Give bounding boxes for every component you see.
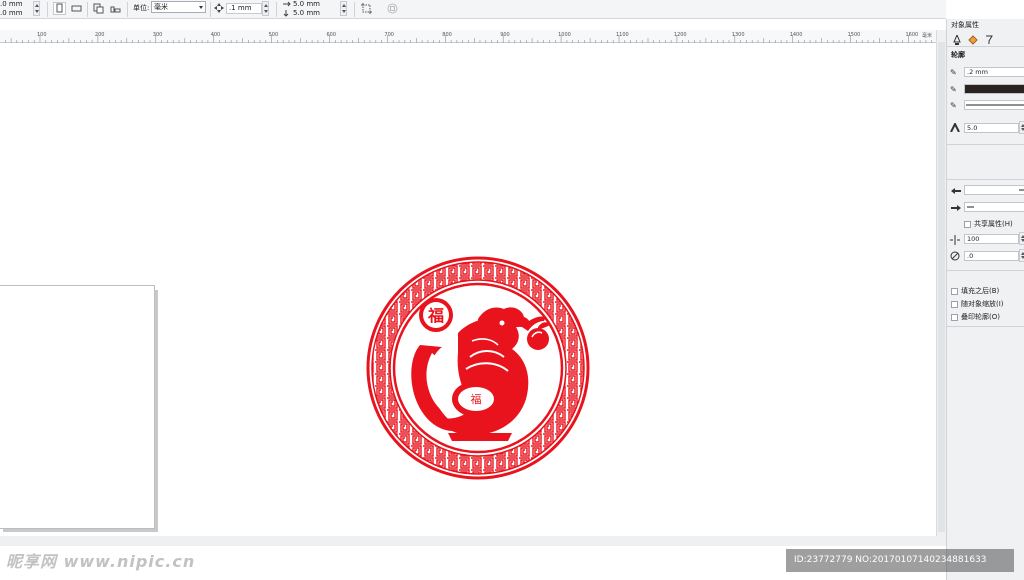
behind-fill-checkbox[interactable]	[951, 288, 958, 295]
scale-with-object-label: 随对象缩放(I)	[961, 300, 1004, 308]
ruler-label: 600	[327, 32, 337, 38]
toolbar-separator	[354, 2, 355, 17]
behind-fill-label: 填充之后(B)	[961, 287, 1000, 295]
calligraphy-angle-icon	[950, 251, 960, 263]
end-arrow-select[interactable]	[964, 202, 1024, 212]
outline-color-icon: ✎	[950, 85, 957, 94]
paper-cut-rooster-emblem[interactable]: 福 福	[362, 253, 594, 483]
ruler-label: 1500	[848, 32, 861, 38]
duplicate-x-icon	[282, 0, 291, 8]
outline-color-swatch[interactable]	[964, 84, 1024, 94]
angle-input[interactable]: .0	[964, 251, 1019, 261]
duplicate-y-icon	[282, 9, 291, 17]
landscape-page-icon[interactable]	[70, 2, 83, 15]
image-id-watermark: ID:23772779 NO:20170107140234881633	[786, 549, 1014, 572]
current-page-icon[interactable]	[109, 2, 122, 15]
stretch-input[interactable]: 100	[964, 234, 1019, 244]
page-boundary	[0, 285, 155, 529]
ruler-label: 1400	[790, 32, 803, 38]
outline-section-title: 轮廓	[951, 51, 965, 59]
share-attributes-checkbox[interactable]	[964, 221, 971, 228]
line-style-select[interactable]	[964, 100, 1024, 110]
duplicate-y-field[interactable]: 5.0 mm	[293, 9, 320, 17]
ruler-label: 800	[442, 32, 452, 38]
duplicate-x-field[interactable]: 5.0 mm	[293, 0, 320, 8]
vertical-scroll-thumb[interactable]	[938, 42, 945, 532]
portrait-page-icon[interactable]	[53, 2, 66, 15]
miter-limit-input[interactable]: 5.0	[964, 123, 1019, 133]
stretch-spinner[interactable]	[1019, 232, 1024, 245]
fu-character-left: 福	[427, 306, 444, 325]
toolbar-separator	[47, 2, 48, 17]
ruler-label: 100	[37, 32, 47, 38]
share-attributes-label: 共享属性(H)	[974, 220, 1013, 228]
ruler-label: 700	[384, 32, 394, 38]
panel-title: 对象属性	[951, 21, 979, 29]
all-pages-icon[interactable]	[92, 2, 105, 15]
outline-width-input[interactable]: .2 mm	[964, 67, 1024, 77]
nudge-spinner[interactable]	[262, 1, 269, 16]
ruler-label: 1300	[732, 32, 745, 38]
end-arrow-icon	[951, 204, 961, 213]
unit-select[interactable]: 毫米	[151, 1, 206, 13]
vertical-scrollbar[interactable]	[936, 30, 946, 536]
toolbar-separator	[127, 2, 128, 17]
ruler-unit-label: 毫米	[922, 32, 932, 39]
site-watermark: 昵享网 www.nipic.cn	[6, 552, 196, 571]
ruler-scale: 100 200 300 400 500 600 700 800 900 1000 1100 1200 1…	[5, 32, 932, 43]
duplicate-spinner[interactable]	[340, 1, 347, 16]
unit-label: 单位:	[133, 4, 150, 12]
ruler-label: 900	[500, 32, 510, 38]
toolbar-separator	[210, 2, 211, 17]
overprint-outline-label: 叠印轮廓(O)	[961, 313, 1000, 321]
toolbar-separator	[87, 2, 88, 17]
ruler-label: 200	[95, 32, 105, 38]
drawing-canvas[interactable]: 福 福	[0, 44, 936, 536]
ruler-label: 1100	[616, 32, 629, 38]
stretch-icon	[950, 235, 960, 247]
ruler-label: 500	[269, 32, 279, 38]
overprint-outline-checkbox[interactable]	[951, 314, 958, 321]
toolbar-separator	[276, 2, 277, 17]
start-arrow-icon	[951, 187, 961, 196]
ruler-label: 1600	[906, 32, 919, 38]
ruler-label: 300	[153, 32, 163, 38]
miter-limit-icon	[950, 121, 960, 134]
nudge-icon	[214, 3, 224, 13]
line-style-icon: ✎	[950, 101, 957, 110]
fu-character-center: 福	[471, 392, 482, 406]
object-width-field[interactable]: .0 mm	[0, 0, 23, 8]
ruler-label: 400	[211, 32, 221, 38]
horizontal-scrollbar[interactable]	[0, 536, 946, 546]
size-spinner[interactable]	[33, 1, 40, 16]
horizontal-ruler[interactable]: 100 200 300 400 500 600 700 800 900 1000 1100 1200 1…	[0, 30, 946, 43]
start-arrow-select[interactable]	[964, 185, 1024, 195]
nudge-distance-input[interactable]: .1 mm	[226, 3, 262, 14]
angle-spinner[interactable]	[1019, 249, 1024, 262]
miter-limit-spinner[interactable]	[1019, 121, 1024, 134]
scale-with-object-checkbox[interactable]	[951, 301, 958, 308]
outline-width-icon: ✎	[950, 68, 957, 77]
ruler-label: 1000	[558, 32, 571, 38]
object-properties-panel: 对象属性 轮廓 ✎ .2 mm ✎ ✎ 5.0 共享属性(H) 100 .0 填…	[946, 19, 1024, 580]
treat-as-filled-icon[interactable]	[360, 2, 373, 15]
lock-toggle-icon[interactable]	[386, 2, 399, 15]
ruler-label: 1200	[674, 32, 687, 38]
object-height-field[interactable]: .0 mm	[0, 9, 23, 17]
property-bar: .0 mm .0 mm 单位: 毫米 .1 mm 5.0 mm 5.0 mm	[0, 0, 946, 19]
